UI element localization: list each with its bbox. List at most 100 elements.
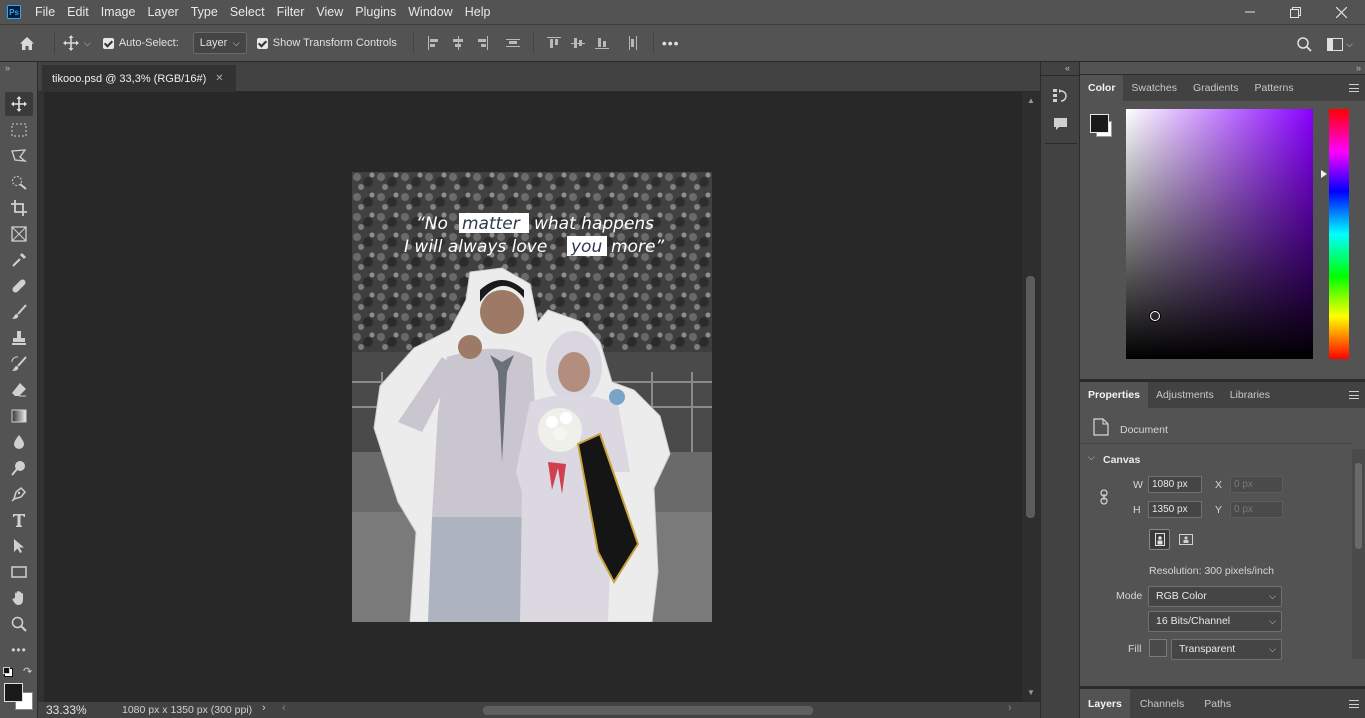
- eyedropper-tool[interactable]: [5, 248, 33, 272]
- horizontal-scroll-thumb[interactable]: [483, 706, 813, 715]
- hand-tool[interactable]: [5, 586, 33, 610]
- history-brush-tool[interactable]: [5, 352, 33, 376]
- bit-depth-dropdown[interactable]: 16 Bits/Channel ⌵: [1148, 611, 1282, 632]
- quick-selection-tool[interactable]: [5, 170, 33, 194]
- gradient-tool[interactable]: [5, 404, 33, 428]
- menu-filter[interactable]: Filter: [271, 0, 311, 24]
- layers-panel-menu-icon[interactable]: [1349, 700, 1359, 708]
- clone-stamp-tool[interactable]: [5, 326, 33, 350]
- healing-brush-tool[interactable]: [5, 274, 33, 298]
- landscape-orientation-button[interactable]: [1175, 529, 1196, 550]
- swap-colors-icon[interactable]: ↷: [23, 665, 32, 678]
- vertical-scrollbar[interactable]: ▲ ▼: [1022, 92, 1040, 702]
- tab-swatches[interactable]: Swatches: [1123, 75, 1185, 101]
- tab-paths[interactable]: Paths: [1194, 689, 1241, 718]
- menu-window[interactable]: Window: [402, 0, 458, 24]
- tab-patterns[interactable]: Patterns: [1246, 75, 1301, 101]
- zoom-level[interactable]: 33.33%: [46, 703, 112, 717]
- menu-image[interactable]: Image: [95, 0, 142, 24]
- rectangle-tool[interactable]: [5, 560, 33, 584]
- menu-edit[interactable]: Edit: [61, 0, 95, 24]
- brush-tool[interactable]: [5, 300, 33, 324]
- history-panel-button[interactable]: [1052, 87, 1069, 107]
- scroll-up-icon[interactable]: ▲: [1027, 96, 1035, 105]
- crop-tool[interactable]: [5, 196, 33, 220]
- type-tool[interactable]: [5, 508, 33, 532]
- edit-toolbar-button[interactable]: •••: [5, 638, 33, 662]
- expand-panels-icon[interactable]: »: [1356, 63, 1361, 73]
- scroll-down-icon[interactable]: ▼: [1027, 688, 1035, 697]
- document-info[interactable]: 1080 px x 1350 px (300 ppi): [122, 704, 252, 716]
- x-field[interactable]: 0 px: [1230, 476, 1283, 493]
- width-field[interactable]: 1080 px: [1148, 476, 1202, 493]
- auto-select-checkbox[interactable]: Auto-Select:: [102, 37, 179, 49]
- move-tool[interactable]: [5, 92, 33, 116]
- scroll-left-icon[interactable]: ‹: [282, 702, 286, 714]
- align-top-edges-icon[interactable]: [546, 36, 561, 50]
- tab-gradients[interactable]: Gradients: [1185, 75, 1247, 101]
- dodge-tool[interactable]: [5, 456, 33, 480]
- more-options-button[interactable]: •••: [662, 35, 680, 51]
- properties-scrollbar[interactable]: [1352, 449, 1365, 659]
- close-tab-icon[interactable]: ✕: [215, 73, 223, 84]
- fill-dropdown[interactable]: Transparent ⌵: [1171, 639, 1282, 660]
- align-left-edges-icon[interactable]: [427, 36, 441, 50]
- hue-slider-handle[interactable]: [1321, 170, 1327, 178]
- menu-view[interactable]: View: [310, 0, 349, 24]
- tab-properties[interactable]: Properties: [1080, 382, 1148, 408]
- scroll-right-icon[interactable]: ›: [1008, 702, 1012, 714]
- lasso-tool[interactable]: [5, 144, 33, 168]
- height-field[interactable]: 1350 px: [1148, 501, 1202, 518]
- auto-select-dropdown[interactable]: Layer ⌵: [192, 32, 247, 54]
- color-panel-menu-icon[interactable]: [1349, 84, 1359, 92]
- close-window-button[interactable]: [1318, 0, 1364, 24]
- document-tab[interactable]: tikooo.psd @ 33,3% (RGB/16#) ✕: [42, 65, 236, 92]
- distribute-horizontal-icon[interactable]: [626, 36, 640, 50]
- search-button[interactable]: [1297, 37, 1312, 55]
- workspace-switcher[interactable]: ⌵: [1327, 38, 1353, 51]
- comments-panel-button[interactable]: [1053, 117, 1068, 134]
- y-field[interactable]: 0 px: [1230, 501, 1283, 518]
- blur-tool[interactable]: [5, 430, 33, 454]
- align-right-edges-icon[interactable]: [475, 36, 489, 50]
- frame-tool[interactable]: [5, 222, 33, 246]
- tab-channels[interactable]: Channels: [1130, 689, 1194, 718]
- eraser-tool[interactable]: [5, 378, 33, 402]
- document-canvas[interactable]: “No matter what happens I will always lo…: [352, 172, 712, 622]
- panel-foreground-swatch[interactable]: [1090, 114, 1109, 133]
- properties-scroll-thumb[interactable]: [1355, 463, 1362, 549]
- color-picker-cursor[interactable]: [1150, 311, 1160, 321]
- menu-select[interactable]: Select: [224, 0, 271, 24]
- restore-button[interactable]: [1272, 0, 1318, 24]
- hue-slider[interactable]: [1329, 109, 1349, 359]
- chevron-right-icon[interactable]: ›: [262, 702, 266, 714]
- move-tool-preset[interactable]: ⌵: [63, 35, 91, 51]
- collapse-toolbar-icon[interactable]: »: [5, 63, 10, 73]
- marquee-tool[interactable]: [5, 118, 33, 142]
- distribute-vertical-icon[interactable]: [505, 36, 520, 50]
- tab-libraries[interactable]: Libraries: [1222, 382, 1278, 408]
- minimize-button[interactable]: [1227, 0, 1273, 24]
- menu-help[interactable]: Help: [459, 0, 497, 24]
- menu-file[interactable]: File: [29, 0, 61, 24]
- color-field[interactable]: [1126, 109, 1313, 359]
- tab-color[interactable]: Color: [1080, 75, 1124, 101]
- properties-panel-menu-icon[interactable]: [1349, 391, 1359, 399]
- vertical-scroll-thumb[interactable]: [1026, 276, 1035, 518]
- zoom-tool[interactable]: [5, 612, 33, 636]
- tab-adjustments[interactable]: Adjustments: [1148, 382, 1222, 408]
- show-transform-checkbox[interactable]: Show Transform Controls: [256, 37, 397, 49]
- home-button[interactable]: [0, 36, 54, 51]
- canvas-section-header[interactable]: Canvas: [1103, 454, 1140, 466]
- tab-layers[interactable]: Layers: [1080, 689, 1130, 718]
- menu-plugins[interactable]: Plugins: [349, 0, 402, 24]
- menu-type[interactable]: Type: [185, 0, 224, 24]
- fill-color-swatch[interactable]: [1149, 639, 1167, 657]
- foreground-color-swatch[interactable]: [4, 683, 23, 702]
- align-bottom-edges-icon[interactable]: [594, 36, 609, 50]
- portrait-orientation-button[interactable]: [1149, 529, 1170, 550]
- link-dimensions-icon[interactable]: [1099, 489, 1109, 508]
- path-selection-tool[interactable]: [5, 534, 33, 558]
- pen-tool[interactable]: [5, 482, 33, 506]
- collapse-panels-icon[interactable]: «: [1065, 63, 1070, 73]
